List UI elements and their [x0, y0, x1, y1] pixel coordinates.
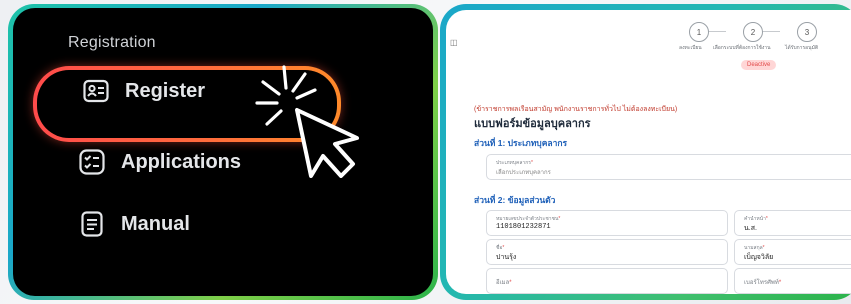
- menu-item-register[interactable]: Register: [83, 78, 205, 104]
- prefix-select[interactable]: คำนำหน้า* น.ส.: [734, 210, 851, 236]
- field-placeholder: เลือกประเภทบุคลากร: [496, 170, 551, 176]
- menu-item-applications[interactable]: Applications: [79, 149, 241, 175]
- field-label: อีเมล: [496, 280, 510, 286]
- status-badge: Deactive: [741, 60, 777, 70]
- step-number: 3: [797, 22, 817, 42]
- required-mark: *: [509, 280, 512, 286]
- phone-field[interactable]: เบอร์โทรศัพท์*: [734, 268, 851, 294]
- field-label: ประเภทบุคลากร: [496, 160, 531, 166]
- menu-label-applications: Applications: [121, 150, 242, 173]
- click-cursor-icon: [255, 65, 359, 178]
- document-icon: [79, 211, 105, 237]
- field-label: คำนำหน้า: [744, 216, 766, 222]
- id-number-field[interactable]: หมายเลขประจำตัวประชาชน* 1101801232871: [486, 210, 728, 236]
- field-label: หมายเลขประจำตัวประชาชน: [496, 216, 559, 222]
- required-mark: *: [558, 216, 561, 222]
- field-value: 1101801232871: [496, 223, 551, 231]
- step-label: เลือกระบบที่ต้องการใช้งาน: [713, 45, 771, 51]
- field-value: น.ส.: [744, 225, 757, 232]
- step-label: ได้รับการอนุมัติ: [785, 45, 819, 51]
- field-value: ปานรุ้ง: [496, 254, 517, 261]
- step-3: 3 ได้รับการอนุมัติ: [785, 22, 818, 51]
- section-1-title: ส่วนที่ 1: ประเภทบุคลากร: [474, 138, 568, 148]
- personnel-type-select[interactable]: ประเภทบุคลากร* เลือกประเภทบุคลากร: [486, 154, 851, 180]
- required-mark: *: [778, 280, 782, 286]
- step-connector: [708, 31, 726, 32]
- menu-heading: Registration: [68, 34, 156, 51]
- sidebar-toggle-icon[interactable]: ◫: [450, 38, 458, 47]
- registration-menu-panel: Registration Register Applications Manua…: [13, 8, 433, 296]
- required-mark: *: [502, 245, 505, 251]
- form-title: แบบฟอร์มข้อมูลบุคลากร: [474, 118, 591, 130]
- step-number: 1: [689, 22, 709, 42]
- required-mark: *: [765, 216, 768, 222]
- id-card-icon: [83, 78, 109, 104]
- field-label: นามสกุล: [744, 245, 763, 251]
- step-number: 2: [743, 22, 763, 42]
- step-connector: [762, 31, 780, 32]
- step-label: ลงทะเบียน: [679, 45, 702, 51]
- checklist-icon: [79, 149, 105, 175]
- section-2-title: ส่วนที่ 2: ข้อมูลส่วนตัว: [474, 195, 556, 205]
- step-1: 1 ลงทะเบียน: [679, 22, 709, 51]
- last-name-field[interactable]: นามสกุล* เบ็ญจวิลัย: [734, 239, 851, 265]
- registration-form-frame: ◫ 1 ลงทะเบียน 2 เลือกระบบที่ต้องการใช้งา…: [440, 4, 851, 300]
- menu-label-manual: Manual: [121, 212, 190, 235]
- registration-menu-frame: Registration Register Applications Manua…: [8, 4, 438, 300]
- menu-label-register: Register: [125, 79, 206, 102]
- registration-form-panel: ◫ 1 ลงทะเบียน 2 เลือกระบบที่ต้องการใช้งา…: [446, 10, 851, 294]
- menu-item-manual[interactable]: Manual: [79, 211, 190, 237]
- step-2: 2 เลือกระบบที่ต้องการใช้งาน: [713, 22, 771, 51]
- email-field[interactable]: อีเมล*: [486, 268, 728, 294]
- field-label: เบอร์โทรศัพท์: [744, 280, 779, 286]
- required-mark: *: [762, 245, 765, 251]
- required-mark: *: [530, 160, 533, 166]
- first-name-field[interactable]: ชื่อ* ปานรุ้ง: [486, 239, 728, 265]
- field-value: เบ็ญจวิลัย: [744, 254, 774, 261]
